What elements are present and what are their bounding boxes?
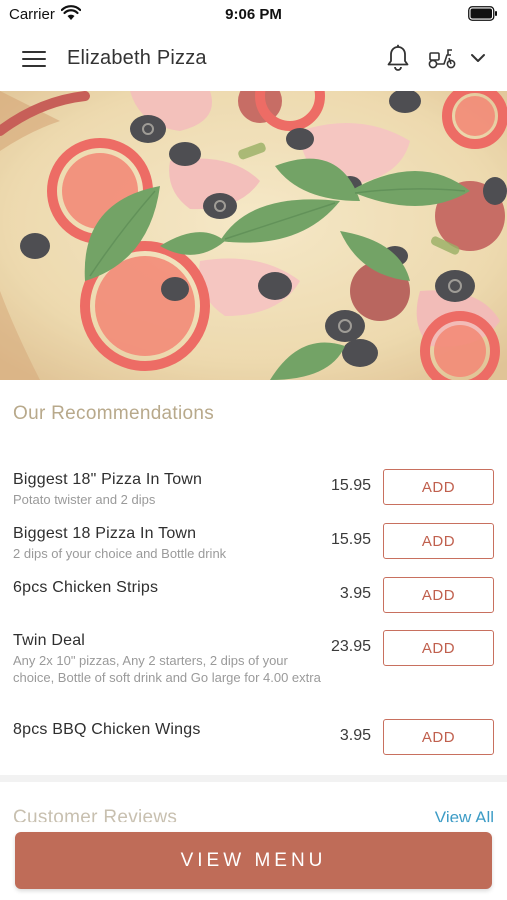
item-description: Any 2x 10" pizzas, Any 2 starters, 2 dip… — [13, 653, 321, 685]
scooter-icon[interactable] — [427, 46, 457, 70]
add-button[interactable]: ADD — [383, 523, 494, 559]
item-name: 6pcs Chicken Strips — [13, 579, 159, 596]
page-title: Elizabeth Pizza — [67, 47, 207, 69]
item-price: 3.95 — [339, 585, 371, 602]
app-header: Elizabeth Pizza — [0, 28, 507, 90]
add-button[interactable]: ADD — [383, 719, 494, 755]
add-button[interactable]: ADD — [383, 630, 494, 666]
add-button[interactable]: ADD — [383, 469, 494, 505]
item-price: 3.95 — [339, 727, 371, 744]
status-time: 9:06 PM — [225, 6, 282, 23]
view-menu-button[interactable]: VIEW MENU — [15, 832, 492, 889]
bell-icon[interactable] — [386, 44, 410, 72]
item-name: Biggest 18 Pizza In Town — [13, 525, 197, 542]
item-description: 2 dips of your choice and Bottle drink — [13, 546, 227, 561]
recommendations-title: Our Recommendations — [13, 403, 215, 424]
item-price: 15.95 — [330, 477, 371, 494]
hero-pizza-image — [0, 91, 507, 380]
item-price: 23.95 — [330, 638, 371, 655]
item-price: 15.95 — [330, 531, 371, 548]
bottom-bar: VIEW MENU — [0, 822, 507, 900]
item-description: Potato twister and 2 dips — [13, 492, 156, 507]
menu-icon[interactable] — [22, 48, 46, 68]
section-divider — [0, 775, 507, 782]
chevron-down-icon[interactable] — [470, 52, 486, 64]
item-name: Biggest 18" Pizza In Town — [13, 471, 203, 488]
add-button[interactable]: ADD — [383, 577, 494, 613]
item-name: Twin Deal — [13, 632, 86, 649]
item-name: 8pcs BBQ Chicken Wings — [13, 721, 201, 738]
battery-icon — [468, 6, 497, 21]
status-bar: Carrier 9:06 PM — [0, 0, 507, 28]
